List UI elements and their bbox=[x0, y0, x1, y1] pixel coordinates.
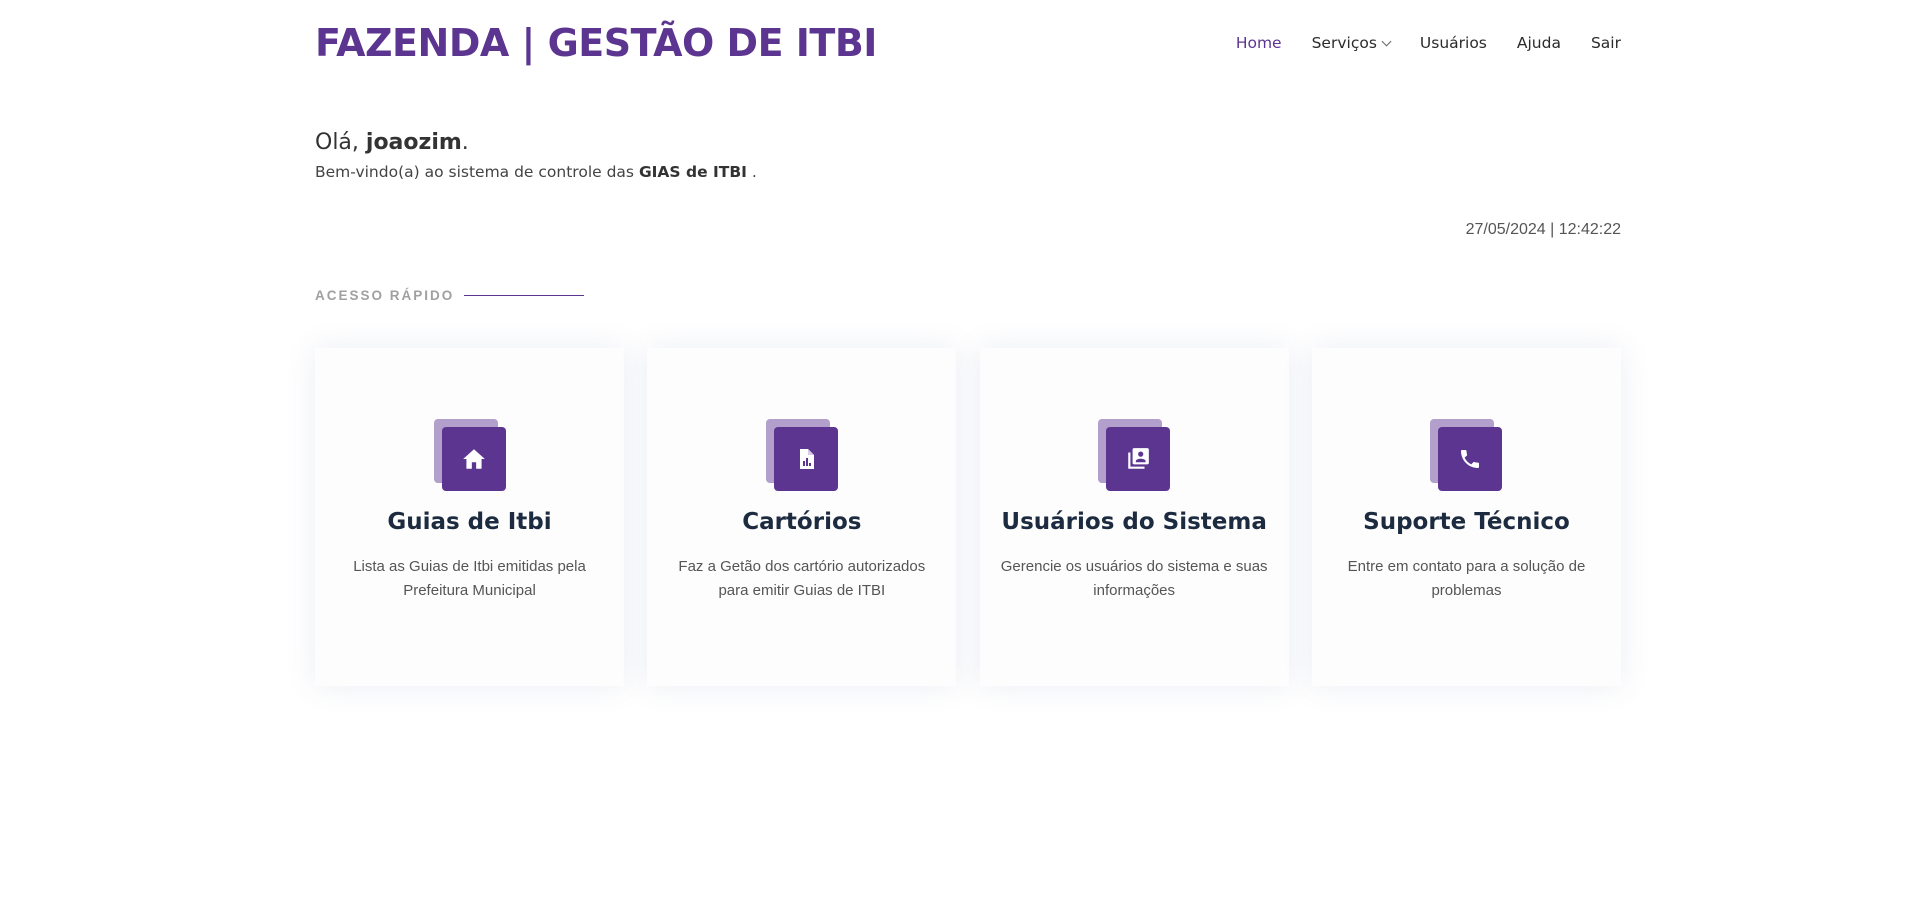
card-usuarios-sistema[interactable]: Usuários do Sistema Gerencie os usuários… bbox=[979, 348, 1289, 686]
nav-item-usuarios[interactable]: Usuários bbox=[1420, 34, 1487, 52]
datetime: 27/05/2024 | 12:42:22 bbox=[1465, 221, 1621, 238]
home-icon bbox=[441, 427, 506, 491]
greeting-prefix: Olá, bbox=[315, 130, 366, 155]
chevron-down-icon bbox=[1381, 36, 1392, 46]
document-chart-icon bbox=[773, 427, 838, 491]
card-icon-wrap bbox=[1098, 419, 1171, 491]
nav-item-label: Serviços bbox=[1311, 34, 1377, 52]
card-guias-itbi[interactable]: Guias de Itbi Lista as Guias de Itbi emi… bbox=[315, 348, 624, 686]
card-title: Usuários do Sistema bbox=[1001, 509, 1267, 535]
nav-item-label: Ajuda bbox=[1516, 34, 1561, 52]
nav-item-ajuda[interactable]: Ajuda bbox=[1517, 34, 1561, 52]
header: FAZENDA | GESTÃO DE ITBI Home Serviços U… bbox=[315, 18, 1621, 68]
card-description: Faz a Getão dos cartório autorizados par… bbox=[678, 558, 926, 599]
welcome-prefix: Bem-vindo(a) ao sistema de controle das bbox=[315, 163, 639, 181]
logo[interactable]: FAZENDA | GESTÃO DE ITBI bbox=[315, 21, 877, 65]
main-nav: Home Serviços Usuários Ajuda Sair bbox=[1206, 34, 1621, 52]
welcome-system-name: GIAS de ITBI bbox=[638, 163, 747, 181]
welcome-suffix: . bbox=[746, 163, 757, 181]
card-icon-wrap bbox=[1430, 419, 1503, 491]
card-title: Cartórios bbox=[742, 509, 862, 535]
nav-item-home[interactable]: Home bbox=[1236, 34, 1282, 52]
greeting-section: Olá, joaozim. Bem-vindo(a) ao sistema de… bbox=[315, 130, 1621, 181]
greeting-title: Olá, joaozim. bbox=[315, 130, 1621, 155]
contacts-book-icon bbox=[1106, 427, 1171, 491]
datetime-row: 27/05/2024 | 12:42:22 bbox=[315, 221, 1621, 239]
welcome-text: Bem-vindo(a) ao sistema de controle das … bbox=[315, 163, 1621, 181]
card-suporte-tecnico[interactable]: Suporte Técnico Entre em contato para a … bbox=[1311, 348, 1621, 686]
card-description: Entre em contato para a solução de probl… bbox=[1347, 558, 1586, 599]
nav-item-servicos[interactable]: Serviços bbox=[1311, 34, 1392, 52]
card-icon-wrap bbox=[765, 419, 838, 491]
nav-item-label: Usuários bbox=[1419, 34, 1487, 52]
card-icon-wrap bbox=[433, 419, 506, 491]
nav-item-label: Sair bbox=[1590, 34, 1621, 52]
nav-item-sair[interactable]: Sair bbox=[1591, 34, 1621, 52]
card-title: Suporte Técnico bbox=[1363, 509, 1570, 535]
greeting-suffix: . bbox=[461, 130, 469, 155]
card-description: Lista as Guias de Itbi emitidas pela Pre… bbox=[353, 558, 586, 599]
section-label: ACESSO RÁPIDO bbox=[315, 288, 455, 303]
nav-item-label: Home bbox=[1235, 34, 1282, 52]
card-description: Gerencie os usuários do sistema e suas i… bbox=[1000, 558, 1268, 599]
section-divider bbox=[464, 295, 585, 296]
card-cartorios[interactable]: Cartórios Faz a Getão dos cartório autor… bbox=[647, 348, 957, 686]
card-title: Guias de Itbi bbox=[387, 509, 552, 535]
quick-access-cards: Guias de Itbi Lista as Guias de Itbi emi… bbox=[315, 348, 1621, 686]
phone-icon bbox=[1438, 427, 1503, 491]
section-title: ACESSO RÁPIDO bbox=[315, 288, 1621, 303]
username: joaozim bbox=[365, 130, 462, 155]
page: FAZENDA | GESTÃO DE ITBI Home Serviços U… bbox=[0, 0, 1920, 907]
